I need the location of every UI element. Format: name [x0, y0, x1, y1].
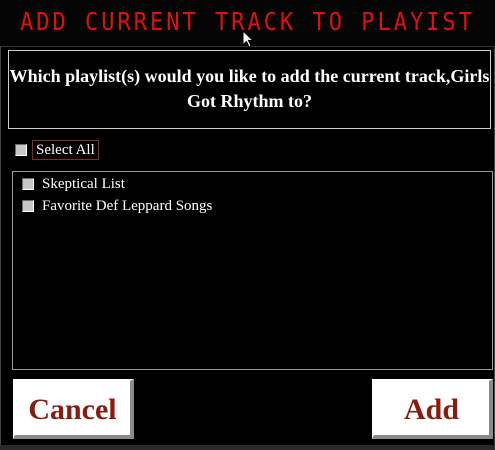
playlist-item-label: Skeptical List — [42, 176, 125, 192]
question-line-2: Got Rhythm to? — [187, 91, 312, 111]
select-all-label[interactable]: Select All — [32, 140, 99, 160]
taskbar-strip — [0, 445, 495, 450]
select-all-checkbox[interactable] — [15, 144, 27, 156]
cancel-button[interactable]: Cancel — [13, 379, 134, 439]
playlist-item-checkbox[interactable] — [22, 178, 34, 190]
question-text: Which playlist(s) would you like to add … — [8, 50, 491, 129]
playlist-listbox[interactable]: Skeptical List Favorite Def Leppard Song… — [12, 171, 493, 370]
playlist-item-checkbox[interactable] — [22, 200, 34, 212]
add-button[interactable]: Add — [372, 379, 493, 439]
playlist-item-skeptical-list[interactable]: Skeptical List — [13, 173, 483, 193]
question-line-1: Which playlist(s) would you like to add … — [9, 66, 490, 86]
playlist-item-favorite-def-leppard-songs[interactable]: Favorite Def Leppard Songs — [13, 195, 483, 215]
playlist-item-label: Favorite Def Leppard Songs — [42, 198, 213, 214]
